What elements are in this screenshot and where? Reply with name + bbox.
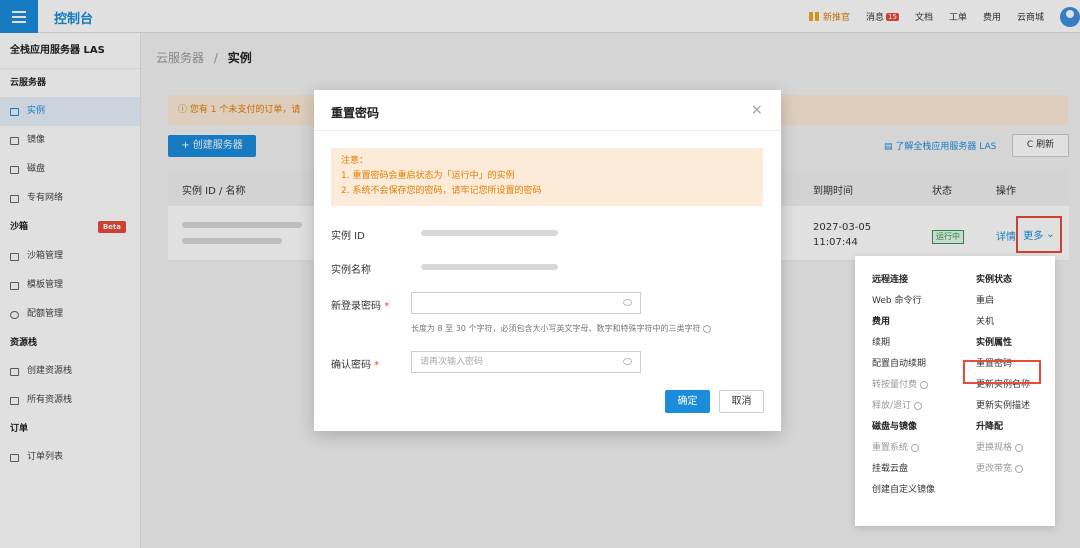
menu-item-auto-renew[interactable]: 配置自动续期 [872, 354, 972, 375]
help-icon [911, 443, 920, 452]
menu-item-create-image[interactable]: 创建自定义镜像 [872, 480, 972, 501]
instance-name-value-redacted [421, 264, 558, 270]
confirm-password-label: 确认密码 * [331, 360, 380, 371]
confirm-password-input[interactable]: 请再次输入密码 [411, 351, 641, 373]
new-password-input[interactable] [411, 292, 641, 314]
menu-group-scale: 升降配 [976, 422, 1004, 432]
help-icon [1015, 464, 1024, 473]
menu-group-disk-image: 磁盘与镜像 [872, 422, 918, 432]
menu-item-change-spec: 更换规格 [976, 438, 1076, 459]
eye-hidden-icon[interactable] [623, 299, 632, 306]
instance-name-label: 实例名称 [331, 265, 371, 276]
menu-group-remote: 远程连接 [872, 275, 909, 285]
new-password-label: 新登录密码 * [331, 301, 390, 312]
more-actions-menu: 远程连接 Web 命令行 费用 续期 配置自动续期 转按量付费 释放/退订 磁盘… [855, 256, 1055, 526]
menu-group-billing: 费用 [872, 317, 891, 327]
reset-password-dialog: 重置密码 × 注意： 1. 重置密码会重启状态为「运行中」的实例 2. 系统不会… [314, 90, 781, 431]
help-icon [703, 324, 712, 333]
close-icon[interactable]: × [751, 102, 763, 118]
menu-item-reset-system: 重置系统 [872, 438, 972, 459]
menu-item-update-desc[interactable]: 更新实例描述 [976, 396, 1076, 417]
help-icon [1015, 443, 1024, 452]
menu-item-reboot[interactable]: 重启 [976, 291, 1076, 312]
menu-column-left: 远程连接 Web 命令行 费用 续期 配置自动续期 转按量付费 释放/退订 磁盘… [872, 270, 972, 501]
dialog-title: 重置密码 [331, 106, 380, 120]
menu-item-mount-disk[interactable]: 挂载云盘 [872, 459, 972, 480]
reset-password-highlight [963, 360, 1041, 384]
menu-item-renew[interactable]: 续期 [872, 333, 972, 354]
menu-group-instance-state: 实例状态 [976, 275, 1013, 285]
menu-group-instance-attrs: 实例属性 [976, 338, 1013, 348]
help-icon [914, 401, 923, 410]
instance-id-value-redacted [421, 230, 558, 236]
dialog-notice: 注意： 1. 重置密码会重启状态为「运行中」的实例 2. 系统不会保存您的密码，… [331, 148, 763, 206]
menu-item-change-bandwidth: 更改带宽 [976, 459, 1076, 480]
instance-id-label: 实例 ID [331, 231, 365, 242]
eye-hidden-icon[interactable] [623, 358, 632, 365]
cancel-button[interactable]: 取消 [719, 390, 764, 413]
help-icon [920, 380, 929, 389]
confirm-button[interactable]: 确定 [665, 390, 710, 413]
menu-item-pay-as-you-go: 转按量付费 [872, 375, 972, 396]
menu-item-release: 释放/退订 [872, 396, 972, 417]
menu-item-shutdown[interactable]: 关机 [976, 312, 1076, 333]
password-rule-hint: 长度为 8 至 30 个字符，必须包含大小写英文字母、数字和特殊字符中的三类字符 [411, 323, 712, 334]
menu-item-web-terminal[interactable]: Web 命令行 [872, 291, 972, 312]
divider [314, 130, 781, 131]
